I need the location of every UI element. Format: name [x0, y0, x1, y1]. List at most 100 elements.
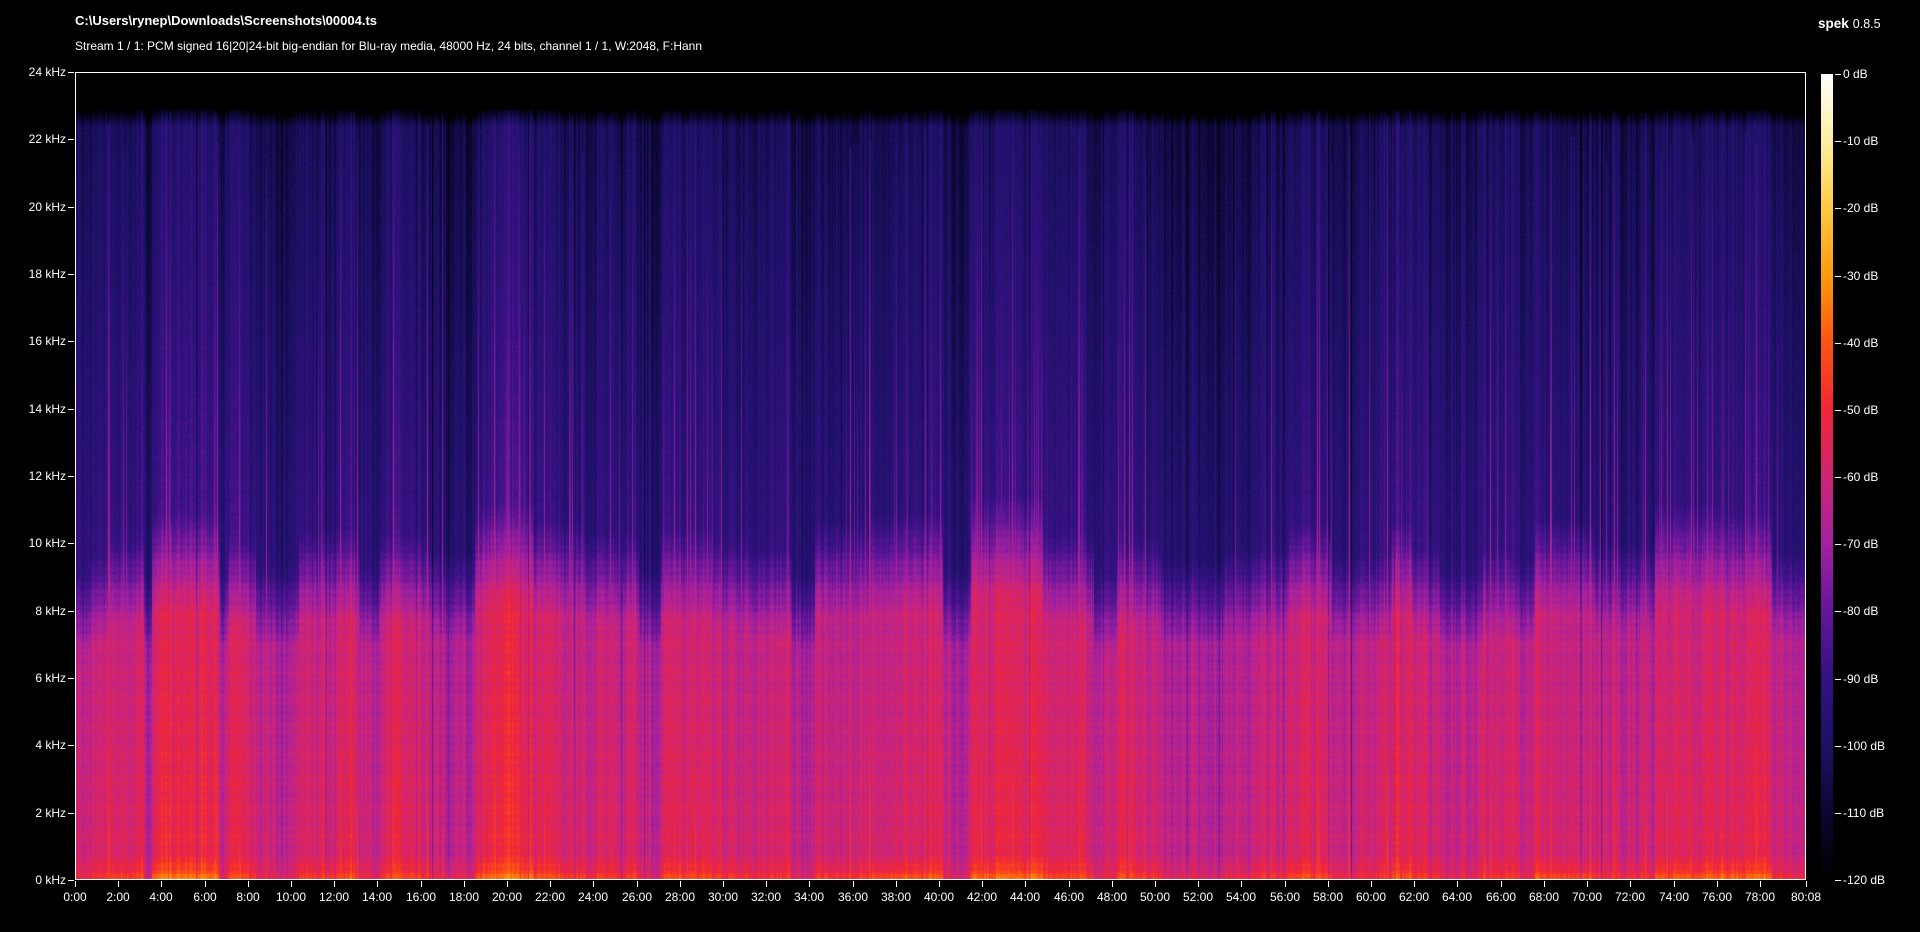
- time-tick: [1241, 881, 1242, 887]
- time-tick: [1544, 881, 1545, 887]
- freq-tick-label: 0 kHz: [35, 873, 66, 887]
- spek-window: { "app": { "name": "spek", "version": "0…: [0, 0, 1920, 932]
- freq-tick: [68, 341, 74, 342]
- freq-tick: [68, 409, 74, 410]
- legend-tick: [1835, 544, 1841, 545]
- time-tick: [1112, 881, 1113, 887]
- freq-tick: [68, 813, 74, 814]
- freq-tick: [68, 543, 74, 544]
- time-tick: [1285, 881, 1286, 887]
- time-tick: [377, 881, 378, 887]
- time-tick: [334, 881, 335, 887]
- freq-tick-label: 2 kHz: [35, 806, 66, 820]
- freq-tick: [68, 139, 74, 140]
- time-tick: [464, 881, 465, 887]
- freq-tick-label: 22 kHz: [28, 132, 66, 146]
- time-tick: [1630, 881, 1631, 887]
- app-version: 0.8.5: [1852, 17, 1881, 31]
- freq-tick-label: 4 kHz: [35, 738, 66, 752]
- time-tick: [1587, 881, 1588, 887]
- time-tick: [1717, 881, 1718, 887]
- time-tick: [205, 881, 206, 887]
- legend-tick-label: -90 dB: [1843, 672, 1879, 686]
- file-path-title: C:\Users\rynep\Downloads\Screenshots\000…: [75, 13, 378, 28]
- time-tick: [809, 881, 810, 887]
- time-tick: [939, 881, 940, 887]
- freq-tick-label: 8 kHz: [35, 604, 66, 618]
- legend-tick-label: -50 dB: [1843, 403, 1879, 417]
- freq-tick: [68, 745, 74, 746]
- time-tick: [1414, 881, 1415, 887]
- time-tick: [1155, 881, 1156, 887]
- legend-tick: [1835, 208, 1841, 209]
- legend-tick-label: -70 dB: [1843, 537, 1879, 551]
- time-tick: [1025, 881, 1026, 887]
- time-tick: [896, 881, 897, 887]
- legend-tick: [1835, 880, 1841, 881]
- time-tick: [248, 881, 249, 887]
- time-tick: [1371, 881, 1372, 887]
- freq-tick-label: 20 kHz: [28, 200, 66, 214]
- freq-tick-label: 12 kHz: [28, 469, 66, 483]
- legend-tick-label: -60 dB: [1843, 470, 1879, 484]
- legend-tick: [1835, 410, 1841, 411]
- time-tick: [982, 881, 983, 887]
- time-tick: [1069, 881, 1070, 887]
- time-tick: [593, 881, 594, 887]
- time-tick: [75, 881, 76, 887]
- legend-tick: [1835, 141, 1841, 142]
- freq-tick: [68, 880, 74, 881]
- freq-tick-label: 10 kHz: [28, 536, 66, 550]
- time-tick: [291, 881, 292, 887]
- time-tick: [766, 881, 767, 887]
- legend-tick: [1835, 343, 1841, 344]
- time-tick: [1806, 881, 1807, 887]
- legend-tick-label: -120 dB: [1843, 873, 1886, 887]
- app-brand: spek 0.8.5: [1818, 16, 1881, 31]
- time-tick: [507, 881, 508, 887]
- freq-tick: [68, 611, 74, 612]
- time-tick: [1674, 881, 1675, 887]
- freq-tick-label: 18 kHz: [28, 267, 66, 281]
- legend-tick-label: -10 dB: [1843, 134, 1879, 148]
- legend-tick: [1835, 611, 1841, 612]
- time-tick: [421, 881, 422, 887]
- time-tick: [680, 881, 681, 887]
- legend-tick-label: 0 dB: [1843, 67, 1868, 81]
- legend-tick-label: -40 dB: [1843, 336, 1879, 350]
- freq-tick-label: 14 kHz: [28, 402, 66, 416]
- time-tick: [1328, 881, 1329, 887]
- stream-info-subtitle: Stream 1 / 1: PCM signed 16|20|24-bit bi…: [75, 39, 703, 53]
- legend-tick: [1835, 276, 1841, 277]
- time-tick: [550, 881, 551, 887]
- freq-tick-label: 24 kHz: [28, 65, 66, 79]
- freq-tick: [68, 274, 74, 275]
- legend-tick-label: -100 dB: [1843, 739, 1886, 753]
- legend-tick-label: -110 dB: [1843, 806, 1885, 820]
- time-tick: [637, 881, 638, 887]
- freq-tick: [68, 72, 74, 73]
- legend-gradient-bar: [1821, 74, 1833, 880]
- time-tick: [118, 881, 119, 887]
- legend-tick: [1835, 74, 1841, 75]
- legend-tick: [1835, 679, 1841, 680]
- legend-tick-label: -20 dB: [1843, 201, 1879, 215]
- time-tick: [1457, 881, 1458, 887]
- app-name: spek: [1818, 16, 1849, 31]
- time-tick: [1760, 881, 1761, 887]
- time-tick: [853, 881, 854, 887]
- time-tick-label: 80:08: [1790, 890, 1822, 904]
- spectrogram-canvas: [76, 73, 1805, 879]
- freq-tick: [68, 678, 74, 679]
- time-tick: [723, 881, 724, 887]
- spectrogram-frame: [75, 72, 1806, 880]
- freq-tick-label: 6 kHz: [35, 671, 66, 685]
- time-tick: [1501, 881, 1502, 887]
- legend-tick: [1835, 813, 1841, 814]
- freq-tick: [68, 476, 74, 477]
- freq-tick: [68, 207, 74, 208]
- legend-tick-label: -80 dB: [1843, 604, 1879, 618]
- time-tick: [161, 881, 162, 887]
- freq-tick-label: 16 kHz: [28, 334, 66, 348]
- legend-tick-label: -30 dB: [1843, 269, 1879, 283]
